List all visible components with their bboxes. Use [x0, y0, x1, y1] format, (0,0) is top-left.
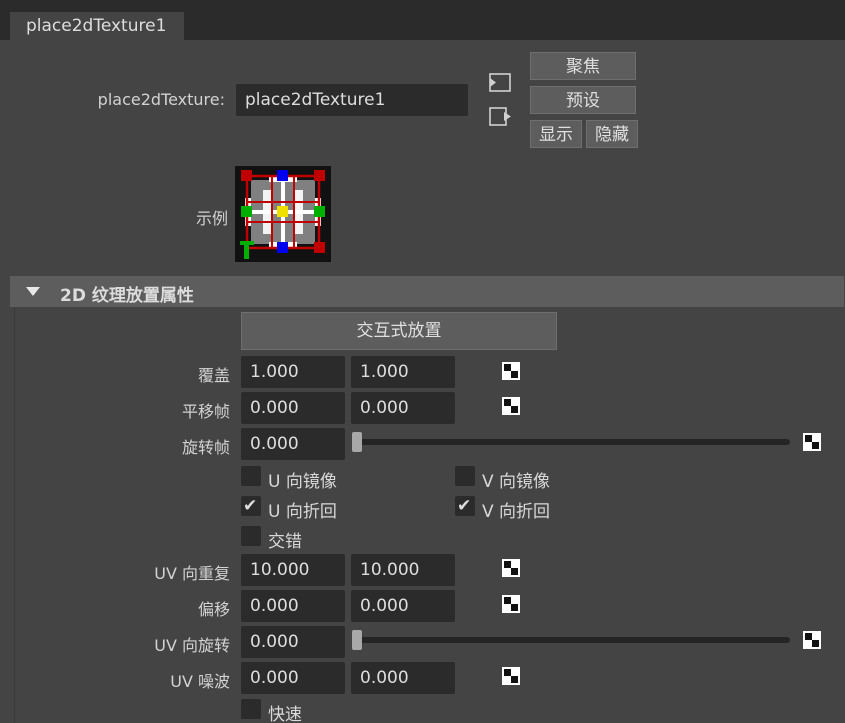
sample-label: 示例 [195, 209, 228, 228]
collapse-triangle-icon[interactable] [26, 287, 40, 296]
translate-frame-label: 平移帧 [181, 402, 230, 421]
uv-noise-label: UV 噪波 [170, 672, 230, 691]
mirror-u-label: U 向镜像 [268, 472, 337, 492]
presets-button[interactable]: 预设 [530, 86, 636, 114]
tab-place2dtexture1[interactable]: place2dTexture1 [10, 12, 184, 40]
mirror-v-label: V 向镜像 [482, 472, 551, 492]
uv-noise-map-icon[interactable] [502, 667, 520, 685]
offset-label: 偏移 [197, 600, 230, 619]
coverage-v-field[interactable]: 1.000 [351, 356, 455, 388]
uv-noise-u-field[interactable]: 0.000 [241, 662, 345, 694]
uv-rotate-field[interactable]: 0.000 [241, 626, 345, 658]
stagger-label: 交错 [268, 532, 302, 552]
uv-rotate-map-icon[interactable] [803, 631, 821, 649]
fast-label: 快速 [268, 705, 302, 723]
rotate-frame-label: 旋转帧 [181, 438, 230, 457]
section-2d-texture-placement[interactable]: 2D 纹理放置属性 [10, 276, 844, 307]
section-title: 2D 纹理放置属性 [60, 286, 194, 306]
offset-u-field[interactable]: 0.000 [241, 590, 345, 622]
hide-button[interactable]: 隐藏 [586, 120, 638, 148]
uv-repeat-label: UV 向重复 [154, 564, 230, 583]
focus-button[interactable]: 聚焦 [530, 52, 636, 80]
rotate-frame-field[interactable]: 0.000 [241, 428, 345, 460]
translate-frame-v-field[interactable]: 0.000 [351, 392, 455, 424]
offset-v-field[interactable]: 0.000 [351, 590, 455, 622]
show-button[interactable]: 显示 [530, 120, 582, 148]
wrap-v-label: V 向折回 [482, 502, 551, 522]
input-connections-icon[interactable] [488, 71, 512, 95]
uv-repeat-u-field[interactable]: 10.000 [241, 554, 345, 586]
rotate-frame-map-icon[interactable] [803, 433, 821, 451]
check-icon: ✔ [457, 496, 472, 516]
uv-rotate-label: UV 向旋转 [154, 636, 230, 655]
check-icon: ✔ [243, 496, 258, 516]
output-connections-icon[interactable] [488, 105, 512, 129]
translate-frame-map-icon[interactable] [502, 397, 520, 415]
mirror-u-checkbox[interactable] [241, 466, 261, 486]
uv-noise-v-field[interactable]: 0.000 [351, 662, 455, 694]
uv-rotate-slider-track[interactable] [352, 637, 790, 643]
mirror-v-checkbox[interactable] [455, 466, 475, 486]
coverage-map-icon[interactable] [502, 362, 520, 380]
rotate-frame-slider-track[interactable] [352, 439, 790, 445]
rotate-frame-slider-handle[interactable] [352, 432, 362, 452]
node-name-field[interactable]: place2dTexture1 [236, 84, 468, 116]
stagger-checkbox[interactable] [241, 526, 261, 546]
coverage-u-field[interactable]: 1.000 [241, 356, 345, 388]
coverage-label: 覆盖 [197, 366, 230, 385]
wrap-v-checkbox[interactable]: ✔ [455, 496, 475, 516]
uv-rotate-slider-handle[interactable] [352, 630, 362, 650]
uv-repeat-map-icon[interactable] [502, 559, 520, 577]
node-type-label: place2dTexture: [97, 90, 225, 109]
offset-map-icon[interactable] [502, 595, 520, 613]
uv-repeat-v-field[interactable]: 10.000 [351, 554, 455, 586]
place2d-sample-swatch [235, 166, 331, 262]
interactive-placement-button[interactable]: 交互式放置 [241, 312, 557, 350]
wrap-u-label: U 向折回 [268, 502, 337, 522]
fast-checkbox[interactable] [241, 699, 261, 719]
wrap-u-checkbox[interactable]: ✔ [241, 496, 261, 516]
translate-frame-u-field[interactable]: 0.000 [241, 392, 345, 424]
